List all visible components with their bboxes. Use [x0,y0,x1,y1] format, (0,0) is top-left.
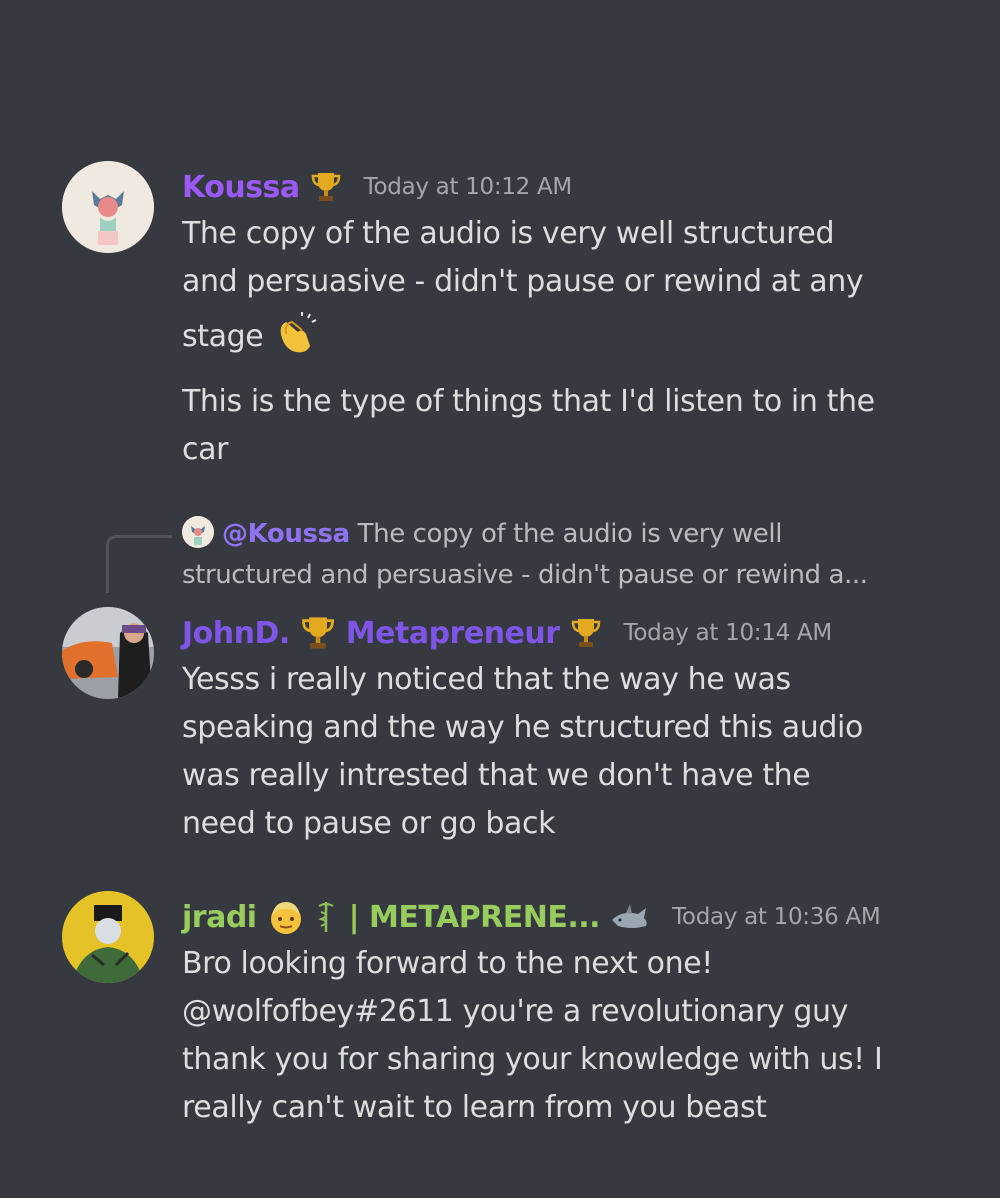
jradi-avatar-image [62,891,154,983]
username[interactable]: Koussa [182,170,300,205]
reply-text: The copy of the audio is very well [357,519,783,549]
message-line: This is the type of things that I'd list… [182,384,875,419]
message-line: and persuasive - didn't pause or rewind … [182,264,864,299]
avatar[interactable] [62,891,154,983]
message-line: was really intrested that we don't have … [182,758,811,793]
message-line: thank you for sharing your knowledge wit… [182,1042,883,1077]
johnd-avatar-image [62,607,154,699]
message-line: need to pause or go back [182,806,556,841]
message-line: The copy of the audio is very well struc… [182,216,835,251]
message-line: Bro looking forward to the next one! [182,946,713,981]
timestamp: Today at 10:14 AM [623,620,833,646]
reply-mention[interactable]: @Koussa [222,519,350,549]
reply-connector [106,535,172,593]
reply-reference[interactable]: @Koussa The copy of the audio is very we… [182,514,962,596]
avatar[interactable] [62,161,154,253]
message-line: car [182,432,229,467]
message-line-with-emoji: stage [182,306,960,378]
koussa-avatar-image [62,161,154,253]
message-line: speaking and the way he structured this … [182,710,863,745]
message-text: stage [182,319,264,354]
trophy-icon [310,170,342,204]
trophy-icon [570,616,602,650]
avatar[interactable] [62,607,154,699]
shark-icon [610,902,650,932]
message-line: Yesss i really noticed that the way he w… [182,662,791,697]
username[interactable]: jradi [182,900,257,935]
message-line: really can't wait to learn from you beas… [182,1090,767,1125]
timestamp: Today at 10:12 AM [363,174,573,200]
username-suffix[interactable]: Metapreneur [346,616,560,651]
chat-messages: Koussa Today at 10:12 AM The copy of the… [0,0,1000,1198]
clapping-hands-icon [272,312,318,378]
person-emoji-icon [267,898,305,936]
username-suffix[interactable]: | METAPRENE... [349,900,601,935]
reply-avatar [182,516,214,548]
reply-text: structured and persuasive - didn't pause… [182,560,868,590]
username[interactable]: JohnD. [182,616,290,651]
message-line-mention: @wolfofbey#2611 you're a revolutionary g… [182,994,849,1029]
caduceus-icon [315,900,337,934]
trophy-icon [300,614,336,652]
timestamp: Today at 10:36 AM [672,904,881,930]
